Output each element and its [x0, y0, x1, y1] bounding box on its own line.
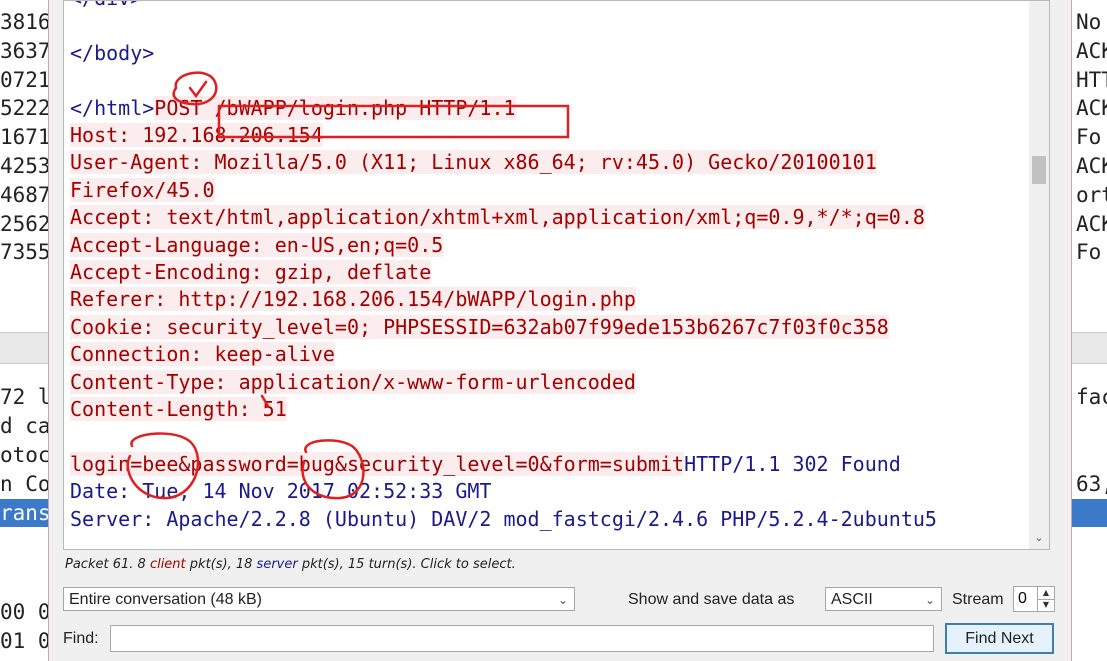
stream-line: Server: Apache/2.2.8 (Ubuntu) DAV/2 mod_… [70, 506, 937, 533]
client-text: POST /bWAPP/login.php HTTP/1.1 [154, 95, 516, 120]
packet-row-fragment[interactable]: Fo [1076, 123, 1107, 151]
detail-row-fragment[interactable]: n Co [0, 470, 48, 498]
stream-line: Content-Type: application/x-www-form-url… [70, 369, 636, 396]
client-text: Host: 192.168.206.154 [70, 123, 323, 147]
stream-line: Host: 192.168.206.154 [70, 122, 323, 149]
client-label: client [149, 557, 186, 572]
chevron-down-icon: ⌄ [924, 593, 935, 607]
detail-row-fragment[interactable]: otoc [0, 441, 48, 469]
stream-line: Accept-Encoding: gzip, deflate [70, 259, 432, 286]
packet-row-fragment[interactable]: ACK [1076, 210, 1107, 238]
server-text: Date: Tue, 14 Nov 2017 02:52:33 GMT [70, 479, 492, 504]
follow-tcp-stream-dialog: </div> </body> </html>POST /bWAPP/login.ph… [48, 0, 1072, 661]
stream-content-pane[interactable]: </div> </body> </html>POST /bWAPP/login.ph… [63, 0, 1031, 550]
stream-line: </html>POST /bWAPP/login.php HTTP/1.1 [70, 95, 516, 122]
find-next-button[interactable]: Find Next [945, 623, 1054, 654]
packet-row-fragment[interactable]: ACK [1076, 37, 1107, 65]
pane-splitter[interactable] [0, 332, 48, 364]
stream-line: Referer: http://192.168.206.154/bWAPP/lo… [70, 286, 636, 313]
detail-row-fragment[interactable]: d ca [0, 412, 48, 440]
packet-list-right-fragment: NoACKHTTACKFoACKortACKFofac63, [1070, 0, 1107, 661]
stream-number-stepper[interactable]: 0 ▲ ▼ [1013, 586, 1055, 612]
find-input[interactable] [110, 625, 934, 652]
show-save-label: Show and save data as [628, 591, 795, 608]
client-text: login=bee&password=bug&security_level=0&… [70, 451, 685, 476]
client-text: Accept-Encoding: gzip, deflate [70, 260, 432, 284]
stream-line: login=bee&password=bug&security_level=0&… [70, 451, 901, 478]
find-label: Find: [63, 630, 99, 647]
client-text: Accept-Language: en-US,en;q=0.5 [70, 232, 444, 257]
bytes-row-fragment[interactable]: 01 0 [0, 627, 48, 655]
stream-line: User-Agent: Mozilla/5.0 (X11; Linux x86_… [70, 149, 877, 176]
stream-line: Content-Length: 51 [70, 396, 287, 423]
stepper-buttons: ▲ ▼ [1037, 587, 1054, 611]
detail-row-fragment[interactable]: rans [0, 499, 48, 527]
scroll-down-chevron-icon[interactable]: ⌄ [1029, 529, 1049, 547]
scrollbar-thumb[interactable] [1032, 156, 1046, 184]
stream-line: Connection: keep-alive [70, 341, 335, 368]
packet-row-fragment[interactable]: ort [1076, 181, 1107, 209]
detail-row-fragment[interactable]: 63, [1076, 470, 1107, 498]
packet-row-fragment[interactable]: 4687 [0, 181, 48, 209]
stream-line: Firefox/45.0 [70, 177, 215, 204]
packet-row-fragment[interactable]: Fo [1076, 238, 1107, 266]
detail-row-fragment[interactable]: fac [1076, 383, 1107, 411]
client-text: Referer: http://192.168.206.154/bWAPP/lo… [70, 287, 636, 312]
pane-splitter[interactable] [1070, 332, 1107, 364]
stepper-down-icon[interactable]: ▼ [1038, 599, 1054, 611]
stream-stats-text: Packet 61. 8 client pkt(s), 18 server pk… [65, 557, 516, 572]
stream-line: </div> [70, 1, 142, 12]
client-text: Content-Length: 51 [70, 397, 287, 421]
stream-label: Stream [952, 591, 1004, 608]
detail-row-fragment[interactable] [1076, 441, 1107, 469]
detail-row-fragment[interactable] [1076, 412, 1107, 440]
client-text: Firefox/45.0 [70, 177, 215, 202]
conversation-select[interactable]: Entire conversation (48 kB) ⌄ [63, 587, 575, 611]
packet-row-fragment[interactable]: 3816 [0, 8, 48, 36]
client-text: User-Agent: Mozilla/5.0 (X11; Linux x86_… [70, 150, 877, 175]
packet-row-fragment[interactable]: 4253 [0, 152, 48, 180]
server-label: server [256, 557, 298, 572]
client-text: Accept: text/html,application/xhtml+xml,… [70, 205, 925, 230]
data-format-select[interactable]: ASCII ⌄ [825, 587, 942, 611]
stream-line: Accept: text/html,application/xhtml+xml,… [70, 204, 925, 231]
server-text: HTTP/1.1 302 Found [684, 451, 901, 476]
server-text: </body> [70, 40, 155, 65]
content-vertical-scrollbar[interactable]: ⌄ [1029, 0, 1050, 550]
chevron-down-icon: ⌄ [557, 593, 568, 607]
client-text: Content-Type: application/x-www-form-url… [70, 369, 636, 394]
packet-row-fragment[interactable]: 0721 [0, 66, 48, 94]
detail-row-fragment[interactable]: 72 l [0, 383, 48, 411]
packet-row-fragment[interactable]: 5222 [0, 94, 48, 122]
packet-row-fragment[interactable]: ACK [1076, 94, 1107, 122]
packet-row-fragment[interactable]: No [1076, 8, 1107, 36]
server-text: </div> [70, 1, 142, 10]
detail-row-fragment[interactable] [1070, 499, 1107, 527]
packet-row-fragment[interactable]: 1671 [0, 123, 48, 151]
bytes-row-fragment[interactable]: 00 0 [0, 598, 48, 626]
client-text: Cookie: security_level=0; PHPSESSID=632a… [70, 314, 889, 339]
server-text: Server: Apache/2.2.8 (Ubuntu) DAV/2 mod_… [70, 506, 937, 531]
packet-row-fragment[interactable]: 3637 [0, 37, 48, 65]
stream-line: Date: Tue, 14 Nov 2017 02:52:33 GMT [70, 478, 491, 505]
packet-row-fragment[interactable]: 2562 [0, 210, 48, 238]
packet-row-fragment[interactable]: ACK [1076, 152, 1107, 180]
client-text: Connection: keep-alive [70, 342, 335, 367]
stream-number-value: 0 [1018, 590, 1027, 607]
packet-row-fragment[interactable]: HTT [1076, 66, 1107, 94]
packet-list-left-fragment: 3816 3637 0721 5222 1671 4253 4687 2562 7355 72 l… [0, 0, 48, 661]
stream-line: Accept-Language: en-US,en;q=0.5 [70, 232, 444, 259]
server-text: </html> [70, 95, 155, 120]
packet-row-fragment[interactable]: 7355 [0, 238, 48, 266]
stream-line: Cookie: security_level=0; PHPSESSID=632a… [70, 314, 889, 341]
stream-line: </body> [70, 40, 154, 67]
